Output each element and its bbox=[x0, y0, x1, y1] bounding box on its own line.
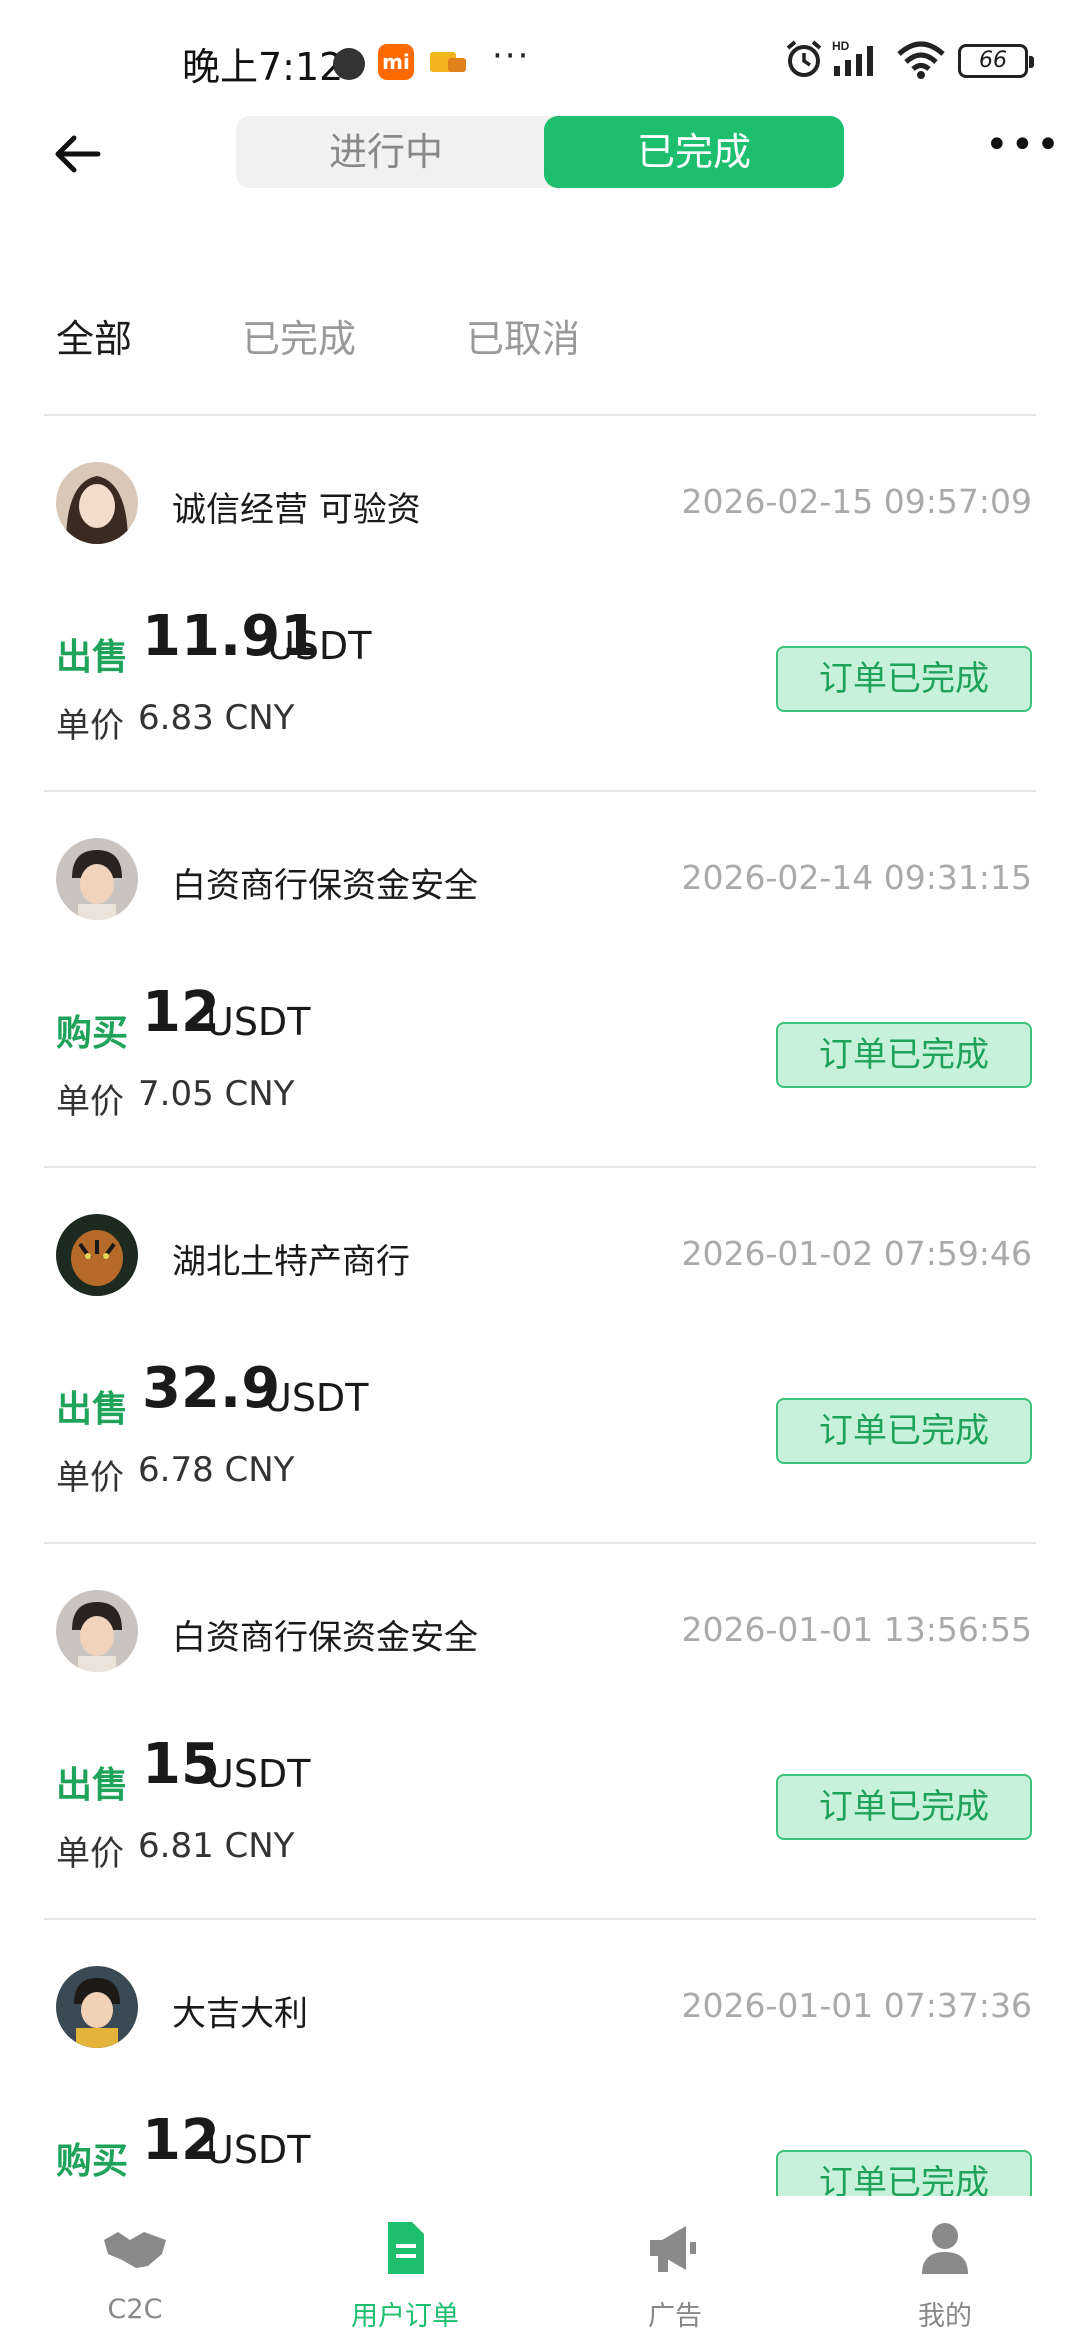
trade-unit: USDT bbox=[206, 1000, 311, 1044]
merchant-name: 白资商行保资金安全 bbox=[172, 866, 478, 906]
nav-item-ads[interactable]: 广告 bbox=[540, 2196, 810, 2340]
status-time: 晚上7:12 bbox=[182, 45, 344, 89]
order-time: 2026-02-14 09:31:15 bbox=[681, 858, 1032, 897]
merchant-name: 湖北土特产商行 bbox=[172, 1242, 410, 1282]
alarm-icon bbox=[786, 40, 822, 77]
merchant-avatar bbox=[56, 1214, 138, 1296]
document-icon bbox=[388, 2222, 424, 2274]
order-status-button[interactable]: 订单已完成 bbox=[776, 1022, 1032, 1088]
bottom-nav: C2C 用户订单 广告 我的 bbox=[0, 2196, 1080, 2340]
merchant-avatar bbox=[56, 838, 138, 920]
battery-indicator: 66 bbox=[958, 44, 1034, 78]
segment-in-progress[interactable]: 进行中 bbox=[236, 116, 536, 188]
order-card[interactable]: 大吉大利 2026-01-01 07:37:36 购买 12 USDT 订单已完… bbox=[0, 1920, 1080, 2196]
trade-side: 出售 bbox=[56, 1389, 129, 1430]
order-time: 2026-01-01 07:37:36 bbox=[681, 1986, 1032, 2025]
trade-unit: USDT bbox=[267, 624, 372, 668]
signal-icon: HD bbox=[832, 39, 873, 76]
trade-unit: USDT bbox=[206, 1752, 311, 1796]
nav-label: 用户订单 bbox=[351, 2301, 459, 2332]
filter-tab-all[interactable]: 全部 bbox=[56, 308, 132, 363]
merchant-name: 诚信经营 可验资 bbox=[172, 490, 421, 530]
price-label: 单价 bbox=[56, 1834, 124, 1874]
nav-item-user-orders[interactable]: 用户订单 bbox=[270, 2196, 540, 2340]
trade-side: 出售 bbox=[56, 1765, 129, 1806]
wifi-icon bbox=[897, 41, 945, 79]
nav-item-c2c[interactable]: C2C bbox=[0, 2196, 270, 2340]
order-time: 2026-01-02 07:59:46 bbox=[681, 1234, 1032, 1273]
clock-icon bbox=[333, 48, 365, 80]
status-segmented-control: 进行中 已完成 bbox=[236, 116, 844, 188]
filter-tab-completed[interactable]: 已完成 bbox=[242, 308, 356, 363]
mi-app-icon: mi bbox=[378, 44, 414, 80]
handshake-icon bbox=[104, 2232, 166, 2268]
nav-item-me[interactable]: 我的 bbox=[810, 2196, 1080, 2340]
notification-app-icon bbox=[430, 52, 466, 72]
segment-completed[interactable]: 已完成 bbox=[544, 116, 844, 188]
nav-label: 广告 bbox=[648, 2301, 702, 2332]
back-arrow-icon[interactable] bbox=[48, 126, 108, 182]
merchant-avatar bbox=[56, 1590, 138, 1672]
merchant-avatar bbox=[56, 462, 138, 544]
merchant-name: 大吉大利 bbox=[172, 1994, 308, 2034]
price-label: 单价 bbox=[56, 1458, 124, 1498]
trade-side: 购买 bbox=[56, 2141, 129, 2182]
order-status-button[interactable]: 订单已完成 bbox=[776, 1774, 1032, 1840]
merchant-name: 白资商行保资金安全 bbox=[172, 1618, 478, 1658]
more-notifications-icon: ··· bbox=[492, 36, 531, 76]
unit-price: 7.05 CNY bbox=[138, 1074, 295, 1114]
price-label: 单价 bbox=[56, 1082, 124, 1122]
order-status-button[interactable]: 订单已完成 bbox=[776, 1398, 1032, 1464]
more-options-icon[interactable]: ••• bbox=[985, 125, 1060, 180]
nav-label: C2C bbox=[107, 2294, 163, 2325]
order-card[interactable]: 白资商行保资金安全 2026-01-01 13:56:55 出售 15 USDT… bbox=[0, 1544, 1080, 1920]
trade-unit: USDT bbox=[264, 1376, 369, 1420]
filter-tab-cancelled[interactable]: 已取消 bbox=[466, 308, 580, 363]
order-card[interactable]: 湖北土特产商行 2026-01-02 07:59:46 出售 32.9 USDT… bbox=[0, 1168, 1080, 1544]
unit-price: 6.83 CNY bbox=[138, 698, 295, 738]
order-time: 2026-02-15 09:57:09 bbox=[681, 482, 1032, 521]
person-icon bbox=[922, 2223, 968, 2274]
trade-side: 出售 bbox=[56, 637, 129, 678]
status-bar: 晚上7:12 mi ··· HD 66 bbox=[0, 0, 1080, 110]
trade-unit: USDT bbox=[206, 2128, 311, 2172]
order-card[interactable]: 白资商行保资金安全 2026-02-14 09:31:15 购买 12 USDT… bbox=[0, 792, 1080, 1168]
order-status-button[interactable]: 订单已完成 bbox=[776, 2150, 1032, 2196]
order-status-button[interactable]: 订单已完成 bbox=[776, 646, 1032, 712]
nav-label: 我的 bbox=[918, 2301, 972, 2332]
order-card[interactable]: 诚信经营 可验资 2026-02-15 09:57:09 出售 11.91 US… bbox=[0, 416, 1080, 792]
trade-amount: 32.9 bbox=[142, 1356, 281, 1421]
svg-text:HD: HD bbox=[832, 39, 850, 53]
merchant-avatar bbox=[56, 1966, 138, 2048]
unit-price: 6.81 CNY bbox=[138, 1826, 295, 1866]
unit-price: 6.78 CNY bbox=[138, 1450, 295, 1490]
megaphone-icon bbox=[650, 2226, 696, 2272]
order-time: 2026-01-01 13:56:55 bbox=[681, 1610, 1032, 1649]
price-label: 单价 bbox=[56, 706, 124, 746]
trade-side: 购买 bbox=[56, 1013, 129, 1054]
